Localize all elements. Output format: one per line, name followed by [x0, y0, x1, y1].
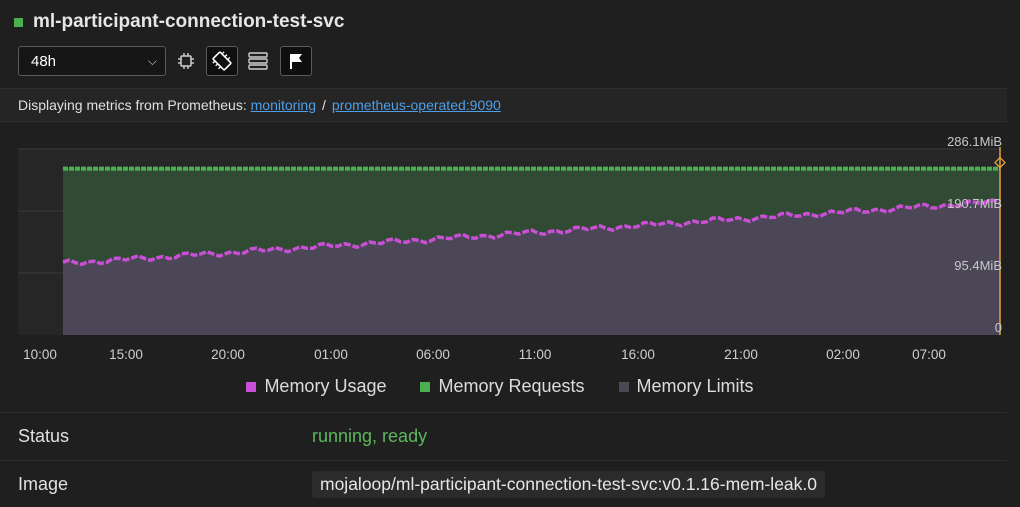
cpu-icon — [178, 53, 194, 69]
time-range-value: 48h — [31, 52, 57, 70]
x-tick-label: 16:00 — [621, 347, 655, 362]
status-row: Status running, ready — [0, 412, 1007, 459]
network-button[interactable] — [242, 46, 274, 76]
info-separator: / — [322, 97, 326, 113]
x-tick-label: 21:00 — [724, 347, 758, 362]
events-flag-button[interactable] — [280, 46, 312, 76]
image-label: Image — [18, 473, 69, 494]
y-tick-label: 95.4MiB — [954, 258, 1002, 273]
chevron-down-icon: ⌵ — [147, 53, 157, 68]
metrics-toolbar: 48h ⌵ — [18, 45, 312, 77]
info-prefix: Displaying metrics from Prometheus: — [18, 97, 247, 113]
x-tick-label: 06:00 — [416, 347, 450, 362]
memory-chart: 286.1MiB 190.7MiB 95.4MiB 0 10:00 15:00 20:00 0… — [18, 134, 1006, 362]
legend-swatch-limits — [618, 381, 629, 392]
legend-swatch-requests — [420, 381, 431, 392]
y-tick-label: 286.1MiB — [947, 134, 1002, 149]
prometheus-info-bar: Displaying metrics from Prometheus: moni… — [0, 88, 1007, 122]
legend-memory-usage[interactable]: Memory Usage — [246, 376, 386, 397]
x-tick-label: 10:00 — [23, 347, 57, 362]
x-tick-label: 15:00 — [109, 347, 143, 362]
legend-memory-requests[interactable]: Memory Requests — [420, 376, 585, 397]
y-tick-label: 0 — [995, 320, 1002, 335]
x-tick-label: 20:00 — [211, 347, 245, 362]
namespace-link[interactable]: monitoring — [251, 97, 316, 113]
y-tick-label: 190.7MiB — [947, 196, 1002, 211]
legend-memory-limits[interactable]: Memory Limits — [618, 376, 754, 397]
status-indicator — [14, 17, 23, 27]
service-link[interactable]: prometheus-operated:9090 — [332, 97, 501, 113]
time-range-select[interactable]: 48h ⌵ — [18, 46, 166, 76]
legend-label-limits: Memory Limits — [636, 376, 754, 396]
x-tick-label: 11:00 — [519, 347, 552, 362]
x-tick-label: 01:00 — [314, 347, 348, 362]
x-tick-label: 02:00 — [826, 347, 860, 362]
page-title: ml-participant-connection-test-svc — [33, 11, 345, 32]
memory-button[interactable] — [206, 46, 238, 76]
legend-label-requests: Memory Requests — [438, 376, 585, 396]
flag-icon — [290, 54, 302, 69]
legend-swatch-usage — [246, 381, 257, 392]
image-value: mojaloop/ml-participant-connection-test-… — [312, 470, 826, 498]
status-value: running, ready — [312, 425, 428, 446]
image-row: Image mojaloop/ml-participant-connection… — [0, 460, 1007, 507]
memory-chip-icon — [212, 51, 232, 71]
legend-label-usage: Memory Usage — [264, 376, 387, 396]
header: ml-participant-connection-test-svc — [14, 8, 344, 36]
status-label: Status — [18, 425, 70, 446]
cpu-button[interactable] — [170, 46, 202, 76]
chart-legend: Memory Usage Memory Requests Memory Limi… — [0, 376, 1000, 397]
network-stack-icon — [248, 52, 268, 70]
x-tick-label: 07:00 — [912, 347, 946, 362]
